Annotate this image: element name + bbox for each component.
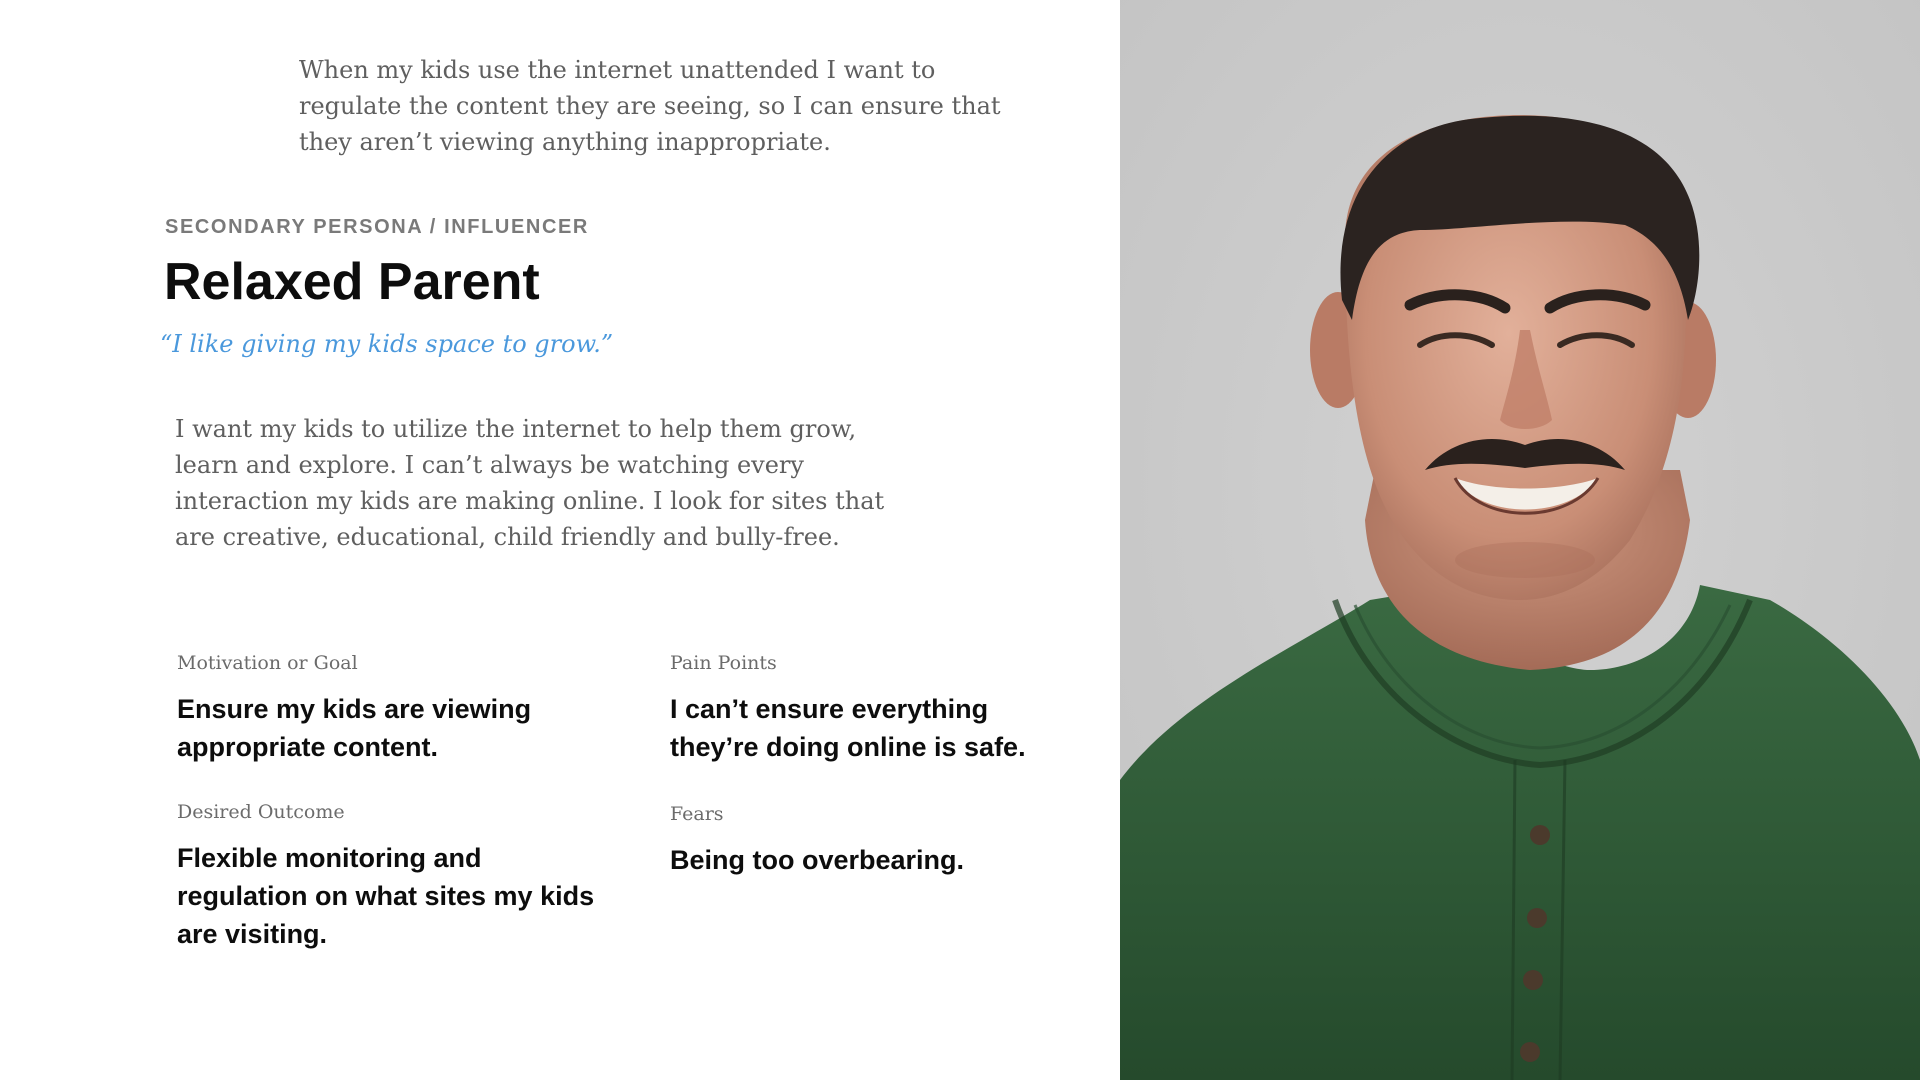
persona-bio: I want my kids to utilize the internet t… <box>175 415 885 551</box>
pain-points-label: Pain Points <box>670 652 777 674</box>
fears-block: Fears Being too overbearing. <box>670 801 1070 879</box>
persona-quote: “I like giving my kids space to grow.” <box>160 330 614 358</box>
fears-label: Fears <box>670 803 724 825</box>
pain-points-value: I can’t ensure everything they’re doing … <box>670 694 1026 762</box>
persona-portrait-illustration <box>1120 0 1920 1080</box>
pain-points-block: Pain Points I can’t ensure everything th… <box>670 650 1070 766</box>
desired-outcome-block: Desired Outcome Flexible monitoring and … <box>177 799 597 953</box>
motivation-value: Ensure my kids are viewing appropriate c… <box>177 694 532 762</box>
fears-value: Being too overbearing. <box>670 845 965 875</box>
persona-content: When my kids use the internet unattended… <box>0 0 1120 1080</box>
persona-photo <box>1120 0 1920 1080</box>
motivation-label: Motivation or Goal <box>177 652 358 674</box>
motivation-block: Motivation or Goal Ensure my kids are vi… <box>177 650 597 766</box>
intro-statement: When my kids use the internet unattended… <box>299 56 1001 156</box>
desired-outcome-label: Desired Outcome <box>177 801 345 823</box>
persona-kicker: SECONDARY PERSONA / INFLUENCER <box>165 216 589 238</box>
persona-name: Relaxed Parent <box>164 253 540 311</box>
desired-outcome-value: Flexible monitoring and regulation on wh… <box>177 843 595 949</box>
